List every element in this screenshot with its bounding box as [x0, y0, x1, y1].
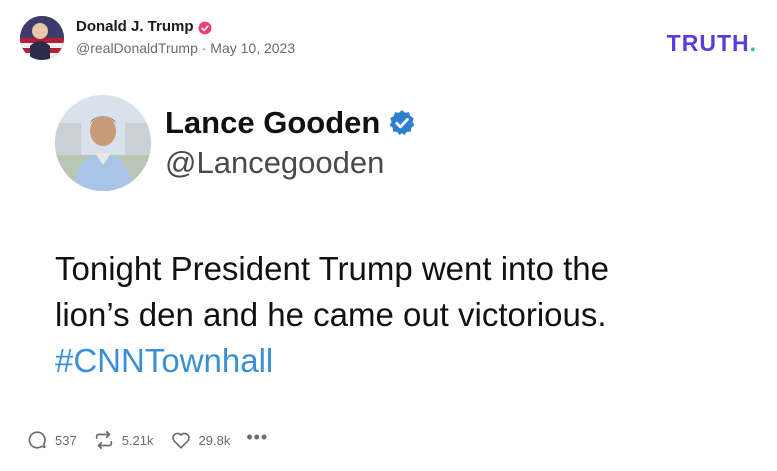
quoted-name-block: Lance Gooden @Lancegooden	[165, 105, 416, 181]
tweet-line: Tonight President Trump went into the	[55, 250, 609, 287]
author-block: Donald J. Trump @realDonaldTrump · May 1…	[76, 18, 295, 57]
quoted-handle: @Lancegooden	[165, 145, 385, 180]
author-handle-date: @realDonaldTrump · May 10, 2023	[76, 40, 296, 57]
quoted-tweet-text: Tonight President Trump went into the li…	[55, 246, 755, 384]
hashtag-link[interactable]: #CNNTownhall	[55, 338, 755, 384]
retruth-count: 5.21k	[121, 432, 154, 448]
like-count: 29.8k	[198, 432, 231, 448]
logo-dot: .	[749, 30, 757, 56]
more-options-button[interactable]: •••	[246, 427, 268, 448]
post-actions: 537 5.21k 29.8k •••	[26, 427, 284, 451]
reply-button[interactable]: 537	[26, 429, 77, 451]
post-header: Donald J. Trump @realDonaldTrump · May 1…	[20, 16, 295, 60]
like-button[interactable]: 29.8k	[170, 429, 231, 451]
quoted-name[interactable]: Lance Gooden	[165, 105, 380, 141]
retruth-button[interactable]: 5.21k	[93, 429, 154, 451]
reply-count: 537	[55, 432, 77, 448]
verified-badge-icon	[389, 110, 415, 136]
heart-icon	[171, 432, 190, 449]
reply-icon	[28, 431, 46, 449]
more-icon: •••	[246, 426, 269, 447]
author-name[interactable]: Donald J. Trump	[76, 18, 194, 37]
truth-logo[interactable]: TRUTH.	[667, 30, 757, 57]
logo-text: TRUTH	[666, 30, 750, 56]
quoted-header: Lance Gooden @Lancegooden	[55, 95, 416, 191]
retruth-icon	[95, 430, 112, 450]
author-avatar[interactable]	[20, 16, 64, 60]
tweet-line: lion’s den and he came out victorious.	[55, 296, 607, 333]
quoted-avatar[interactable]	[55, 95, 151, 191]
verified-badge-icon	[198, 21, 212, 35]
